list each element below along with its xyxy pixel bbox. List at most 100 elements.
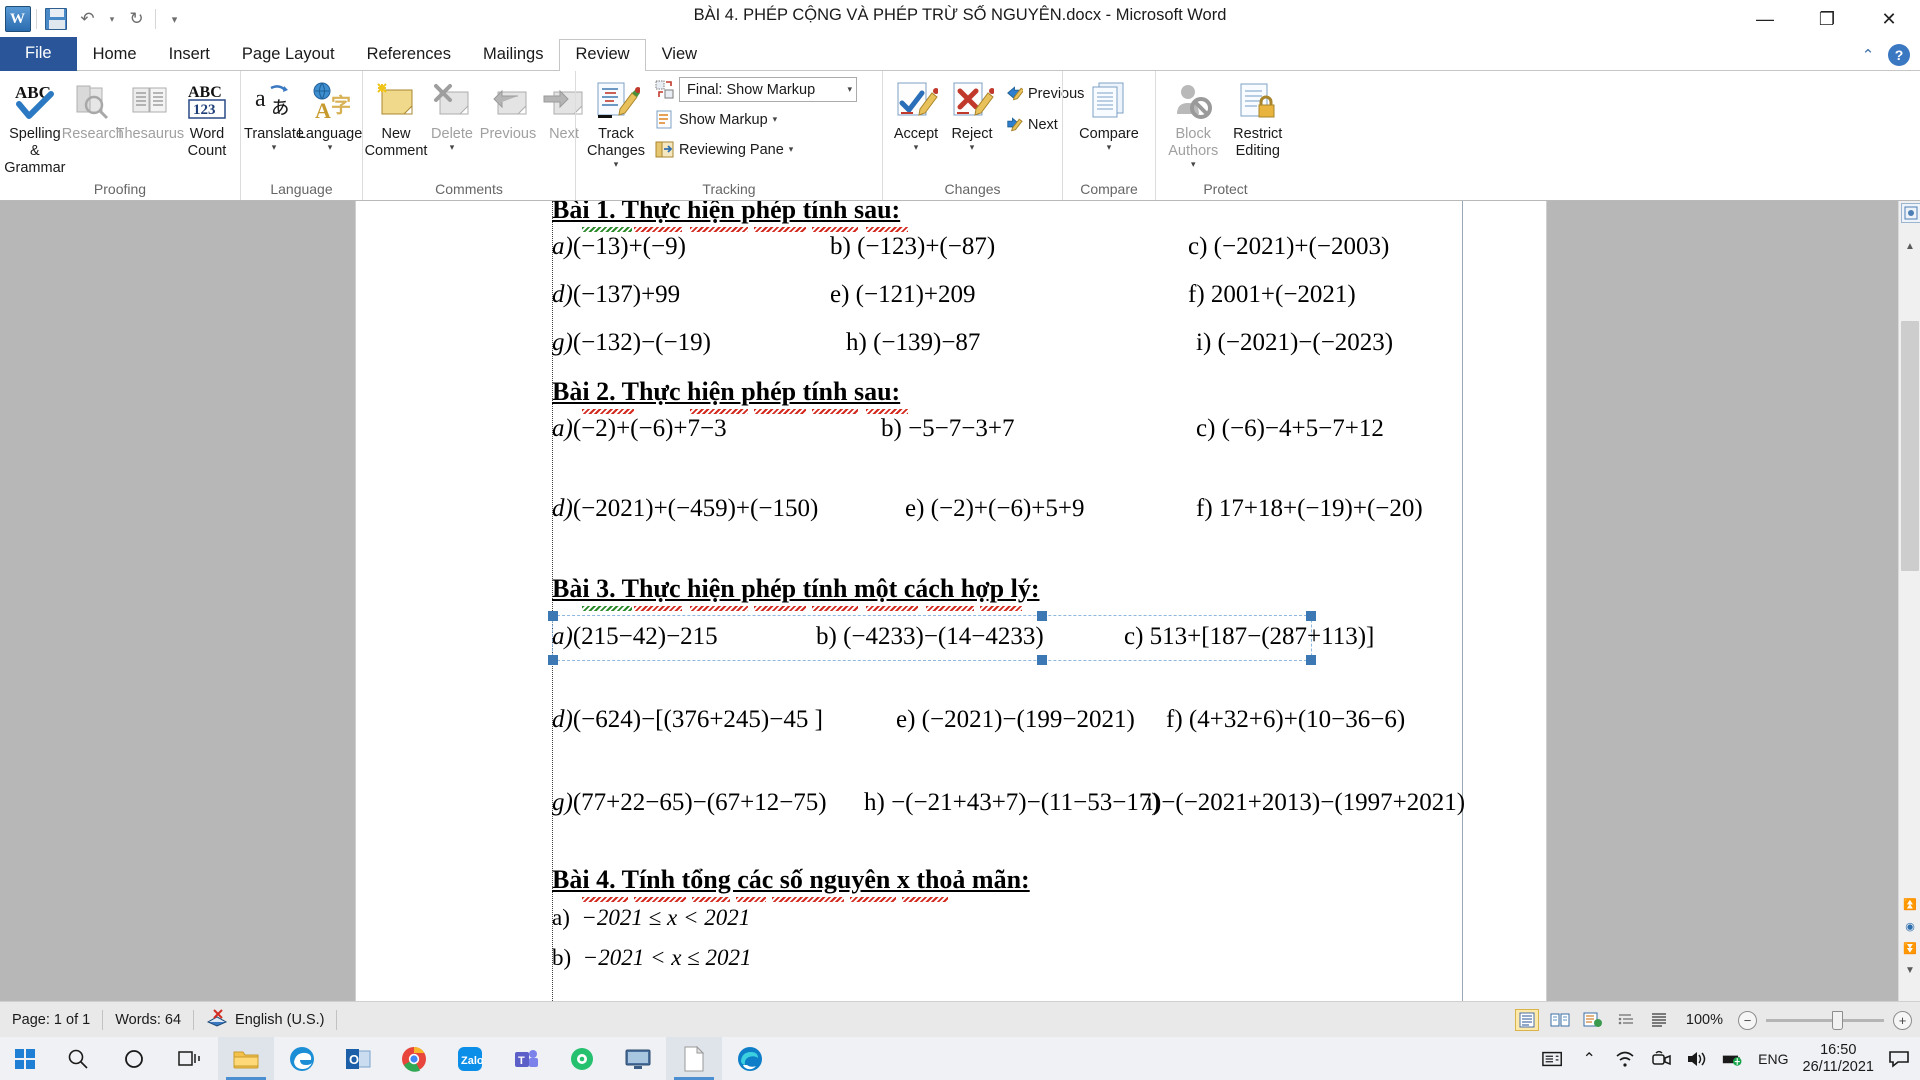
show-hidden-icons-chevron-icon[interactable]: ⌃: [1578, 1048, 1600, 1070]
scrollbar-thumb[interactable]: [1901, 321, 1919, 571]
previous-comment-button[interactable]: Previous: [480, 75, 536, 143]
network-icon[interactable]: [1614, 1048, 1636, 1070]
undo-icon[interactable]: ↶: [74, 6, 101, 33]
zoom-level-label[interactable]: 100%: [1680, 1012, 1729, 1028]
word-logo-icon[interactable]: W: [4, 6, 31, 33]
news-weather-icon[interactable]: [1542, 1048, 1564, 1070]
keyboard-language-indicator[interactable]: ENG: [1758, 1051, 1788, 1067]
battery-icon[interactable]: [1722, 1048, 1744, 1070]
teams-icon[interactable]: T: [498, 1037, 554, 1080]
undo-dropdown-icon[interactable]: ▾: [106, 6, 118, 33]
start-button[interactable]: [0, 1037, 50, 1080]
task-view-icon[interactable]: [162, 1037, 218, 1080]
reject-caret-icon[interactable]: ▾: [970, 143, 975, 152]
volume-icon[interactable]: [1686, 1048, 1708, 1070]
scroll-up-button[interactable]: ▲: [1899, 235, 1920, 257]
full-screen-reading-view-button[interactable]: [1548, 1009, 1572, 1031]
document-area[interactable]: Bài 1. Thực hiện phép tính sau: a)(−13)+…: [0, 201, 1920, 1001]
search-icon[interactable]: [50, 1037, 106, 1080]
minimize-button[interactable]: —: [1734, 0, 1796, 38]
chevron-down-icon[interactable]: ▾: [847, 85, 852, 94]
minimize-ribbon-icon[interactable]: ⌃: [1858, 45, 1878, 65]
thesaurus-button[interactable]: Thesaurus: [116, 75, 184, 143]
tab-home[interactable]: Home: [77, 39, 153, 71]
customize-qat-icon[interactable]: ▾: [161, 6, 188, 33]
accept-caret-icon[interactable]: ▾: [914, 143, 919, 152]
selection-handle-top-mid[interactable]: [1037, 611, 1047, 621]
selection-handle-bottom-left[interactable]: [548, 655, 558, 665]
word-count-button[interactable]: ABC 123 Word Count: [180, 75, 234, 160]
close-button[interactable]: ✕: [1858, 0, 1920, 38]
tab-review[interactable]: Review: [559, 39, 646, 71]
compare-button[interactable]: Compare ▾: [1069, 75, 1149, 152]
edge-legacy-icon[interactable]: [274, 1037, 330, 1080]
tab-mailings[interactable]: Mailings: [467, 39, 560, 71]
page-indicator[interactable]: Page: 1 of 1: [0, 1002, 102, 1038]
print-layout-view-button[interactable]: [1514, 1009, 1539, 1031]
cortana-icon[interactable]: [106, 1037, 162, 1080]
word-document-icon[interactable]: [666, 1037, 722, 1080]
track-changes-caret-icon[interactable]: ▾: [614, 160, 619, 169]
selection-handle-bottom-mid[interactable]: [1037, 655, 1047, 665]
spelling-grammar-button[interactable]: ABC Spelling & Grammar: [4, 75, 65, 177]
delete-comment-caret-icon[interactable]: ▾: [450, 143, 455, 152]
action-center-icon[interactable]: [1888, 1048, 1910, 1070]
vertical-scrollbar[interactable]: ▲ ⏫ ◉ ⏬ ▼: [1898, 201, 1920, 1001]
proofing-status[interactable]: English (U.S.): [194, 1002, 336, 1038]
tab-file[interactable]: File: [0, 37, 77, 71]
select-browse-object-top-icon[interactable]: [1901, 203, 1920, 223]
reject-button[interactable]: Reject ▾: [945, 75, 999, 152]
reviewing-pane-caret-icon[interactable]: ▾: [789, 145, 794, 154]
document-page[interactable]: Bài 1. Thực hiện phép tính sau: a)(−13)+…: [355, 201, 1547, 1001]
compare-caret-icon[interactable]: ▾: [1107, 143, 1112, 152]
selection-handle-bottom-right[interactable]: [1306, 655, 1316, 665]
zoom-slider[interactable]: [1766, 1010, 1884, 1030]
outline-view-button[interactable]: [1614, 1009, 1638, 1031]
ultraviewer-icon[interactable]: [610, 1037, 666, 1080]
clock[interactable]: 16:50 26/11/2021: [1803, 1042, 1875, 1076]
zalo-icon[interactable]: Zalo: [442, 1037, 498, 1080]
restrict-editing-button[interactable]: Restrict Editing: [1227, 75, 1290, 160]
select-browse-object-button[interactable]: ◉: [1899, 915, 1920, 937]
camera-icon[interactable]: [1650, 1048, 1672, 1070]
zoom-out-button[interactable]: −: [1738, 1010, 1757, 1030]
outlook-icon[interactable]: O: [330, 1037, 386, 1080]
zoom-in-button[interactable]: +: [1893, 1010, 1912, 1030]
file-explorer-icon[interactable]: [218, 1037, 274, 1080]
tab-page-layout[interactable]: Page Layout: [226, 39, 351, 71]
new-comment-button[interactable]: New Comment: [365, 75, 427, 160]
translate-button[interactable]: a ぁ Translate ▾: [244, 75, 304, 152]
redo-icon[interactable]: ↻: [123, 6, 150, 33]
research-button[interactable]: Research: [62, 75, 124, 143]
language-indicator[interactable]: English (U.S.): [235, 1012, 324, 1028]
save-icon[interactable]: [42, 6, 69, 33]
zoom-slider-thumb[interactable]: [1832, 1010, 1843, 1030]
next-page-button[interactable]: ⏬: [1899, 937, 1920, 959]
restore-button[interactable]: ❐: [1796, 0, 1858, 38]
edge-icon[interactable]: [722, 1037, 778, 1080]
tab-insert[interactable]: Insert: [153, 39, 226, 71]
app-green-icon[interactable]: [554, 1037, 610, 1080]
show-markup-caret-icon[interactable]: ▾: [773, 115, 778, 124]
tab-references[interactable]: References: [351, 39, 467, 71]
display-for-review-dropdown[interactable]: Final: Show Markup ▾: [679, 77, 857, 102]
selection-handle-top-right[interactable]: [1306, 611, 1316, 621]
show-markup-button[interactable]: Show Markup ▾: [652, 107, 860, 132]
block-authors-caret-icon[interactable]: ▾: [1191, 160, 1196, 169]
word-count-indicator[interactable]: Words: 64: [103, 1002, 193, 1038]
delete-comment-button[interactable]: Delete ▾: [425, 75, 479, 152]
chrome-icon[interactable]: [386, 1037, 442, 1080]
block-authors-button[interactable]: Block Authors ▾: [1162, 75, 1225, 169]
track-changes-button[interactable]: Track Changes ▾: [582, 75, 650, 169]
reviewing-pane-button[interactable]: Reviewing Pane ▾: [652, 137, 860, 162]
draft-view-button[interactable]: [1647, 1009, 1671, 1031]
previous-page-button[interactable]: ⏫: [1899, 893, 1920, 915]
selection-handle-top-left[interactable]: [548, 611, 558, 621]
help-icon[interactable]: ?: [1888, 44, 1910, 66]
language-caret-icon[interactable]: ▾: [328, 143, 333, 152]
accept-button[interactable]: Accept ▾: [889, 75, 943, 152]
tab-view[interactable]: View: [646, 39, 713, 71]
scroll-down-button[interactable]: ▼: [1899, 959, 1920, 981]
web-layout-view-button[interactable]: [1581, 1009, 1605, 1031]
language-button[interactable]: A 字 Language ▾: [298, 75, 362, 152]
